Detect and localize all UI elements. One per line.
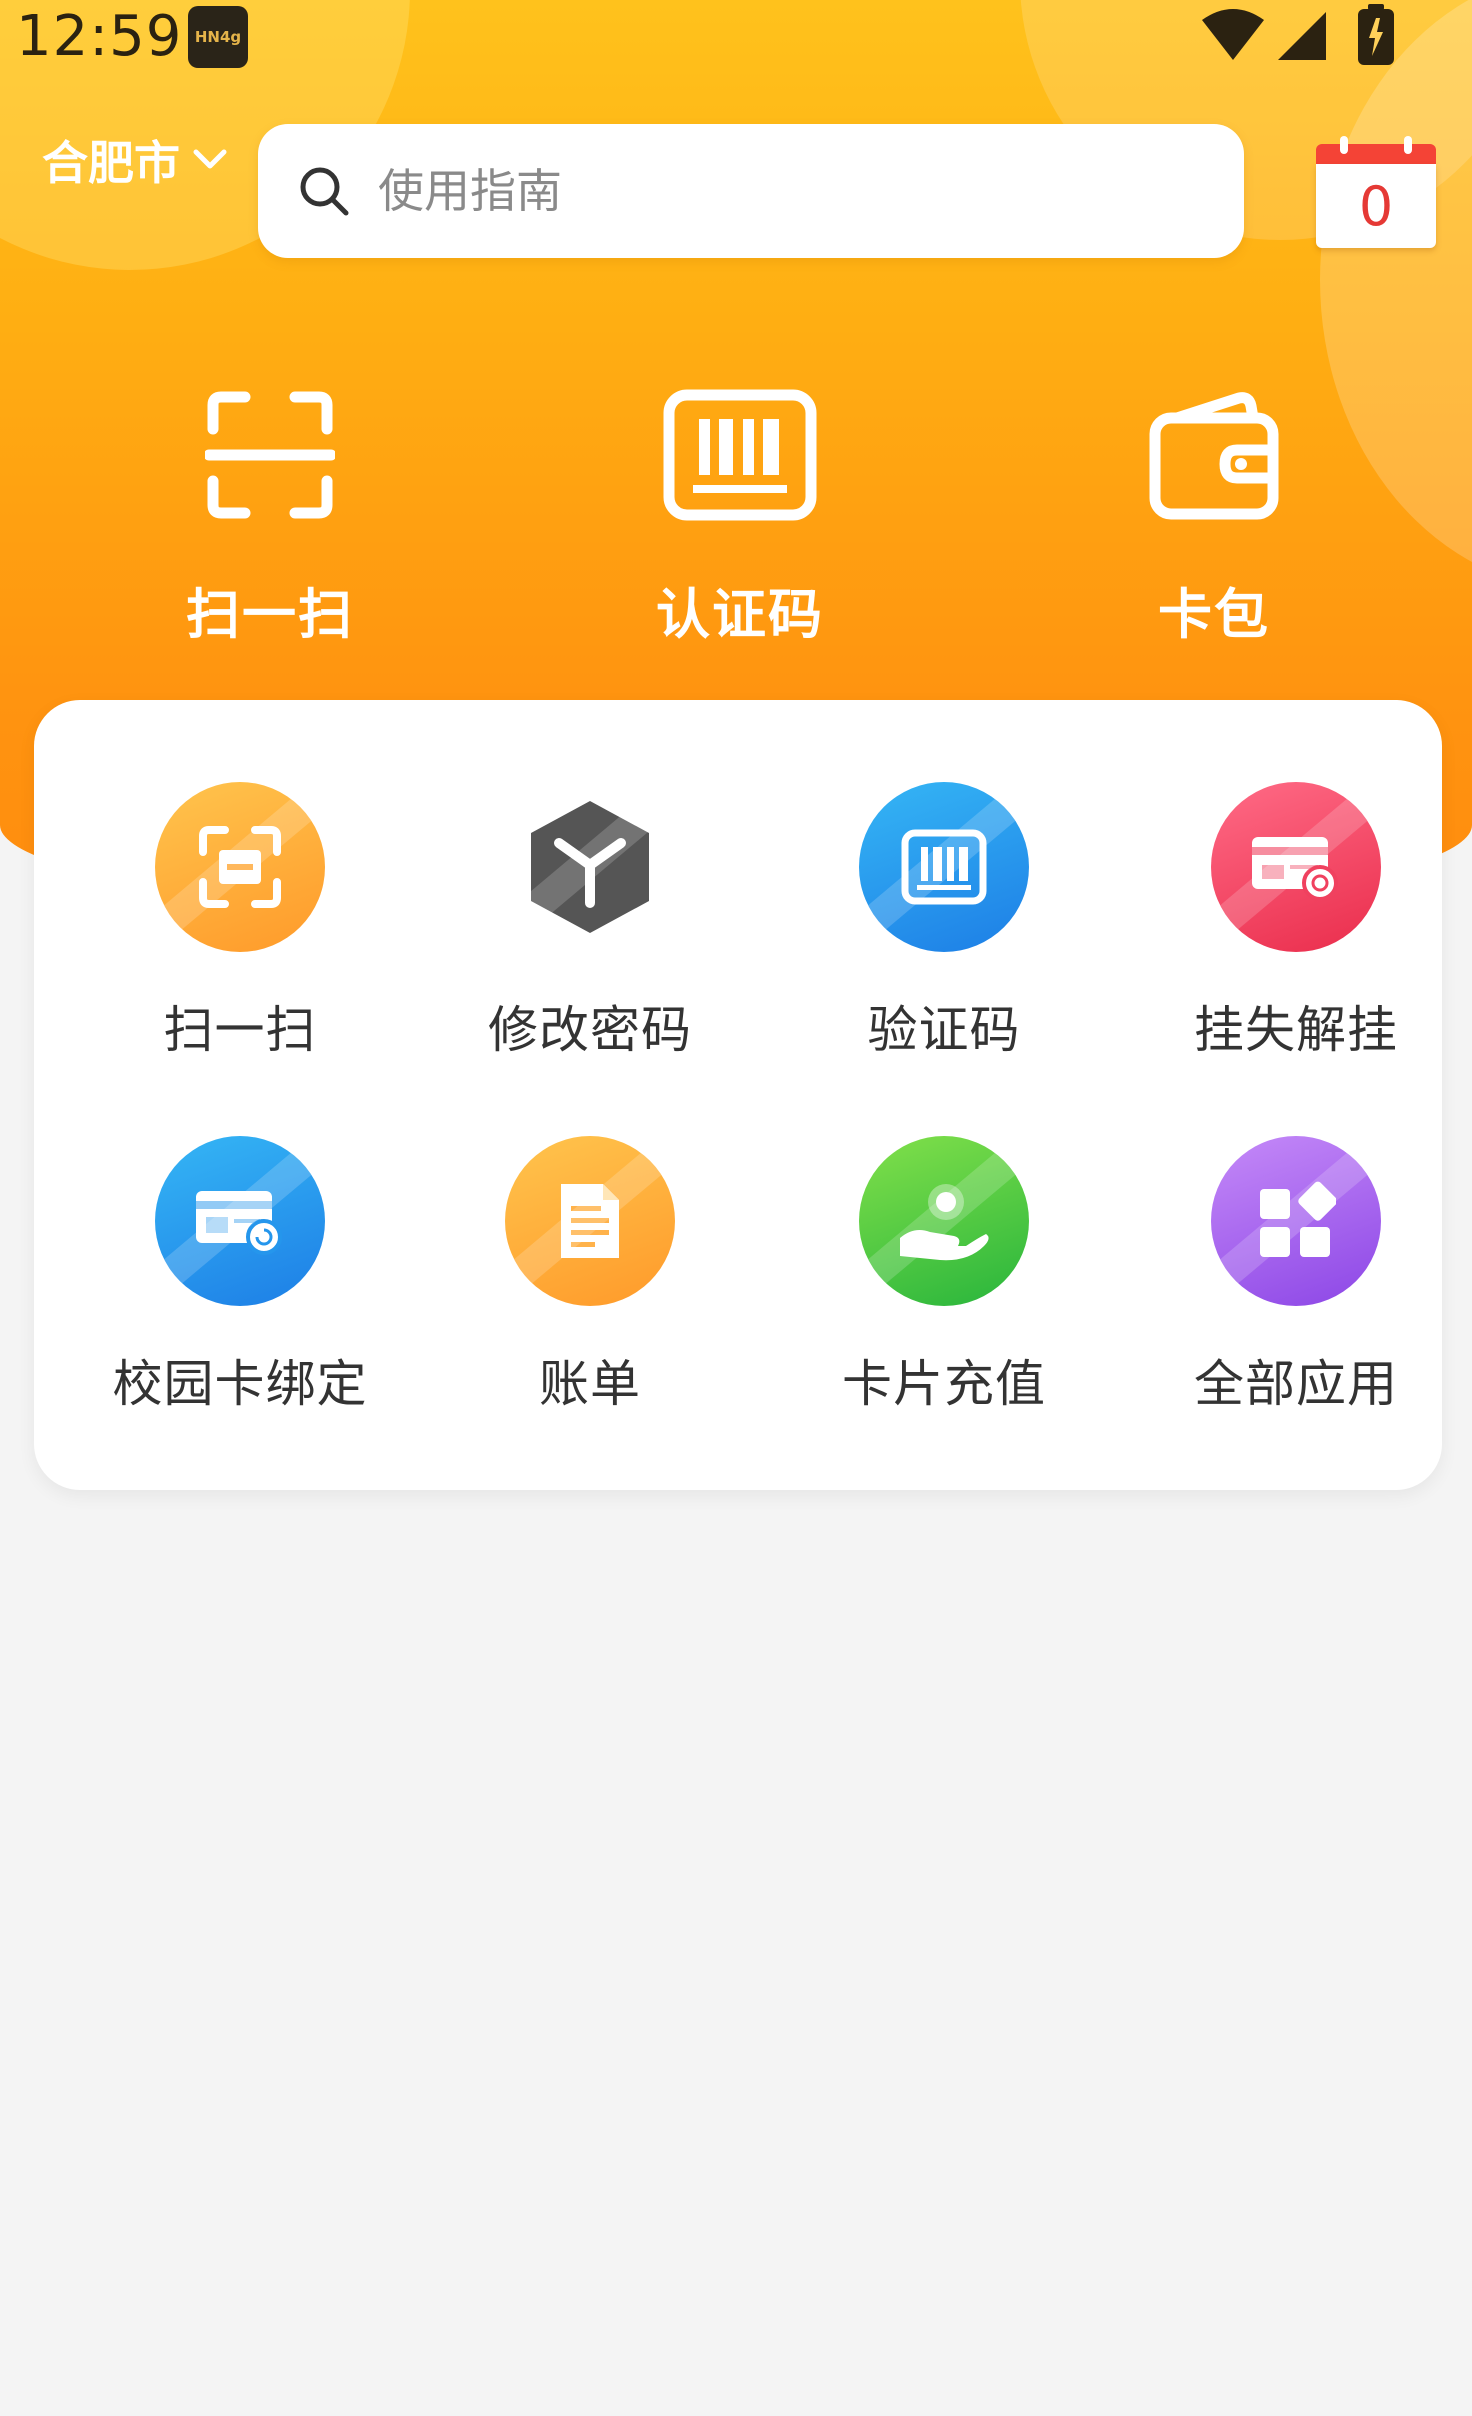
service-label: 账单 bbox=[539, 1355, 641, 1413]
quick-action-wallet[interactable]: 卡包 bbox=[1084, 380, 1344, 649]
quick-action-label: 扫一扫 bbox=[186, 583, 354, 646]
service-change-password[interactable]: 修改密码 bbox=[420, 782, 760, 1062]
recharge-hand-icon bbox=[900, 1184, 989, 1261]
services-card: 扫一扫 修改密码 验证码 挂失解挂 校园卡绑定 账单 卡片充值 全部应用 bbox=[34, 700, 1442, 1490]
service-label: 验证码 bbox=[867, 1001, 1021, 1059]
service-verify-code[interactable]: 验证码 bbox=[774, 782, 1114, 1062]
service-icon-bg bbox=[505, 1136, 675, 1306]
calendar-ring bbox=[1340, 136, 1348, 154]
service-label: 扫一扫 bbox=[163, 1001, 317, 1059]
barcode-icon bbox=[901, 829, 987, 905]
service-icon-bg bbox=[155, 782, 325, 952]
search-bar[interactable] bbox=[258, 124, 1244, 258]
status-time: 12:59 bbox=[16, 4, 183, 69]
service-icon-bg bbox=[155, 1136, 325, 1306]
wallet-icon bbox=[1149, 392, 1279, 520]
calendar-ring bbox=[1404, 136, 1412, 154]
quick-action-auth-code[interactable]: 认证码 bbox=[610, 380, 870, 649]
search-input[interactable] bbox=[378, 164, 1178, 218]
service-label: 挂失解挂 bbox=[1194, 1001, 1398, 1059]
card-bind-icon bbox=[196, 1191, 282, 1255]
cube-icon bbox=[531, 801, 649, 933]
app-screen: 12:59 HN4g 合肥市 0 bbox=[0, 0, 1472, 2416]
service-label: 修改密码 bbox=[488, 1001, 692, 1059]
service-icon-bg bbox=[859, 1136, 1029, 1306]
signal-icon bbox=[1278, 12, 1326, 60]
calendar-count: 0 bbox=[1316, 164, 1436, 248]
status-bar: 12:59 HN4g bbox=[0, 0, 1472, 80]
service-campus-card-bind[interactable]: 校园卡绑定 bbox=[70, 1136, 410, 1416]
service-card-recharge[interactable]: 卡片充值 bbox=[774, 1136, 1114, 1416]
wifi-icon bbox=[1202, 9, 1264, 60]
scan-icon bbox=[199, 826, 281, 908]
quick-action-label: 认证码 bbox=[656, 583, 824, 646]
service-icon-bg bbox=[505, 782, 675, 952]
barcode-icon bbox=[663, 389, 817, 521]
service-scan[interactable]: 扫一扫 bbox=[70, 782, 410, 1062]
battery-icon bbox=[1358, 4, 1394, 65]
quick-action-scan[interactable]: 扫一扫 bbox=[140, 380, 400, 649]
service-icon-bg bbox=[1211, 1136, 1381, 1306]
calendar-button[interactable]: 0 bbox=[1316, 136, 1436, 248]
service-label: 卡片充值 bbox=[842, 1355, 1046, 1413]
city-label: 合肥市 bbox=[42, 136, 180, 190]
service-label: 校园卡绑定 bbox=[112, 1355, 368, 1413]
all-apps-icon bbox=[1260, 1181, 1336, 1257]
bill-icon bbox=[561, 1184, 619, 1258]
service-all-apps[interactable]: 全部应用 bbox=[1126, 1136, 1466, 1416]
notification-badge-icon: HN4g bbox=[188, 6, 248, 68]
card-lock-icon bbox=[1252, 837, 1338, 901]
search-icon bbox=[300, 167, 349, 216]
service-report-loss[interactable]: 挂失解挂 bbox=[1126, 782, 1466, 1062]
service-icon-bg bbox=[1211, 782, 1381, 952]
city-selector[interactable]: 合肥市 bbox=[42, 128, 228, 192]
service-bill[interactable]: 账单 bbox=[420, 1136, 760, 1416]
quick-action-label: 卡包 bbox=[1158, 583, 1270, 646]
chevron-down-icon bbox=[193, 149, 227, 169]
service-icon-bg bbox=[859, 782, 1029, 952]
calendar-header bbox=[1316, 144, 1436, 166]
service-label: 全部应用 bbox=[1194, 1355, 1398, 1413]
scan-frame-icon bbox=[205, 391, 335, 519]
